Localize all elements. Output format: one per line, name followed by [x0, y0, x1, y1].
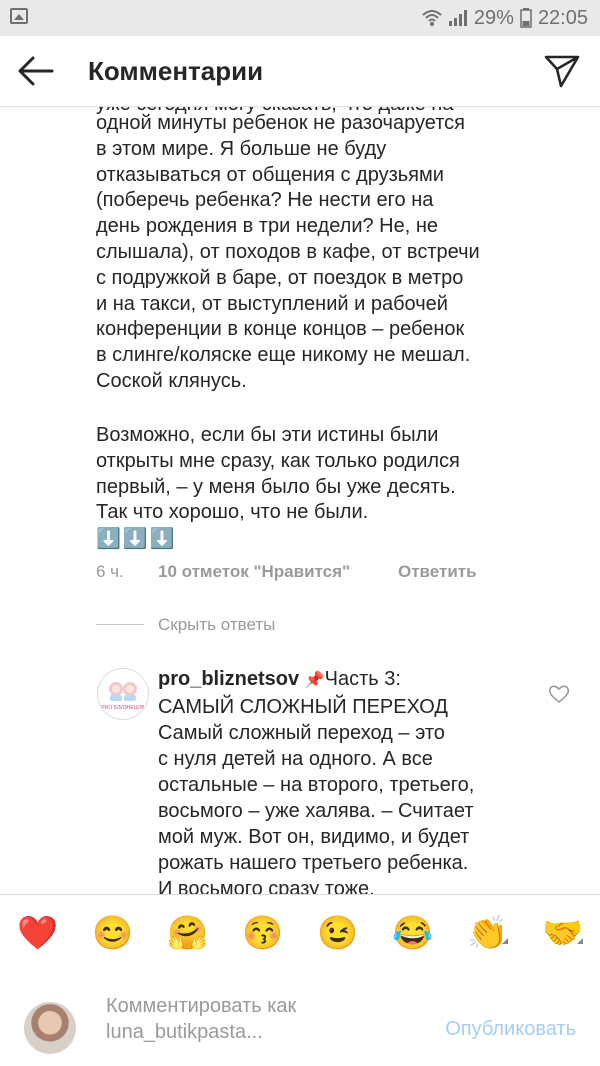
reply-button[interactable]: Ответить — [398, 562, 477, 582]
page-title: Комментарии — [88, 56, 264, 86]
comment-composer: Комментировать как luna_butikpasta... Оп… — [0, 969, 600, 1066]
publish-button[interactable]: Опубликовать — [445, 1018, 576, 1041]
kissing-smile-emoji[interactable]: 😚 — [242, 913, 283, 953]
reply-subheading: САМЫЙ СЛОЖНЫЙ ПЕРЕХОД — [158, 696, 448, 718]
gallery-icon — [10, 8, 28, 24]
like-heart-icon[interactable] — [548, 684, 570, 704]
likes-count-link[interactable]: 10 отметок "Нравится" — [158, 562, 350, 582]
app-bar: Комментарии — [0, 36, 600, 107]
wink-emoji[interactable]: 😉 — [317, 913, 358, 953]
skin-tone-indicator-icon — [502, 938, 508, 944]
reply-username[interactable]: pro_bliznetsov — [158, 668, 299, 690]
status-bar: 29% 22:05 — [0, 0, 600, 36]
avatar[interactable]: PRO БЛИЗНЕЦОВ — [97, 668, 149, 720]
smile-emoji[interactable]: 😊 — [92, 913, 133, 953]
emoji-bar: ❤️ 😊 🤗 😚 😉 😂 👏 🤝 — [0, 894, 600, 970]
comment-input[interactable]: Комментировать как luna_butikpasta... — [106, 993, 406, 1045]
arrows-emoji: ⬇️⬇️⬇️ — [96, 528, 177, 550]
heart-emoji[interactable]: ❤️ — [17, 913, 58, 953]
svg-text:PRO БЛИЗНЕЦОВ: PRO БЛИЗНЕЦОВ — [101, 705, 145, 711]
current-user-avatar — [24, 1002, 76, 1054]
clap-emoji[interactable]: 👏 — [467, 913, 508, 953]
direct-send-icon[interactable] — [542, 52, 582, 90]
hide-replies-button[interactable]: Скрыть ответы — [158, 615, 275, 635]
pin-icon: 📌 — [304, 672, 325, 689]
signal-icon — [448, 10, 467, 26]
back-arrow-icon[interactable] — [16, 54, 56, 88]
clock: 22:05 — [537, 6, 588, 29]
wifi-icon — [422, 10, 442, 26]
status-right: 29% 22:05 — [422, 6, 588, 30]
reply-comment: pro_bliznetsov 📌Часть 3: САМЫЙ СЛОЖНЫЙ П… — [158, 666, 538, 894]
battery-percent: 29% — [473, 6, 514, 29]
hug-emoji[interactable]: 🤗 — [167, 913, 208, 953]
comments-list[interactable]: уже сегодня могу сказать, что даже на од… — [0, 106, 600, 894]
reply-body: Самый сложный переход – это с нуля детей… — [158, 722, 475, 894]
skin-tone-indicator-icon — [577, 938, 583, 944]
tears-of-joy-emoji[interactable]: 😂 — [392, 913, 433, 953]
comment-time: 6 ч. — [96, 562, 124, 581]
comment-text: одной минуты ребенок не разочаруется в э… — [96, 112, 480, 392]
replies-divider — [96, 624, 144, 625]
brand-logo-icon: PRO БЛИЗНЕЦОВ — [101, 682, 145, 711]
handshake-emoji[interactable]: 🤝 — [542, 913, 583, 953]
battery-icon — [520, 8, 532, 28]
reply-heading: Часть 3: — [324, 668, 401, 690]
comment-text-continued: Возможно, если бы эти истины были открыт… — [96, 424, 460, 524]
